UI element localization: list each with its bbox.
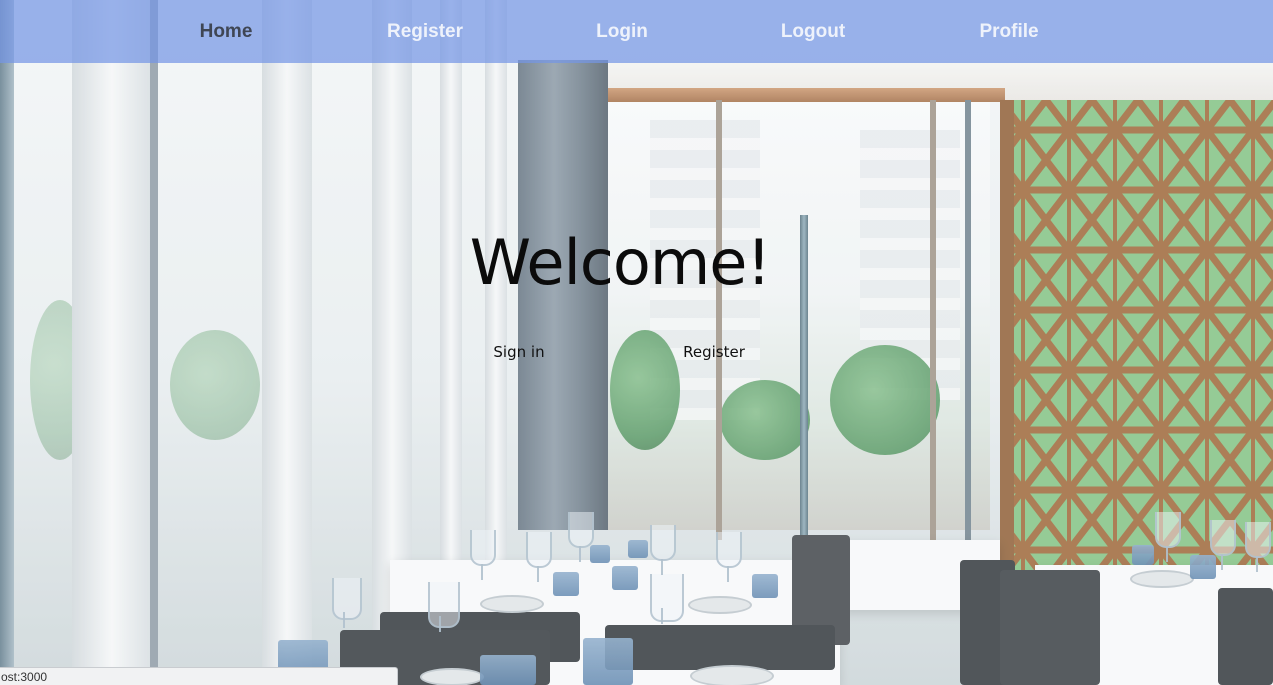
nav-logout-link[interactable]: Logout (781, 0, 845, 63)
nav-profile-link[interactable]: Profile (979, 0, 1038, 63)
landing-page: Home Register Login Logout Profile Welco… (0, 0, 1273, 685)
register-link[interactable]: Register (683, 343, 745, 361)
sign-in-link[interactable]: Sign in (493, 343, 544, 361)
browser-status-url: ost:3000 (0, 667, 398, 685)
nav-home-link[interactable]: Home (200, 0, 253, 63)
background-image (0, 0, 1273, 685)
welcome-heading: Welcome! (469, 226, 771, 299)
nav-login-link[interactable]: Login (596, 0, 648, 63)
top-navbar: Home Register Login Logout Profile (0, 0, 1273, 63)
nav-register-link[interactable]: Register (387, 0, 463, 63)
